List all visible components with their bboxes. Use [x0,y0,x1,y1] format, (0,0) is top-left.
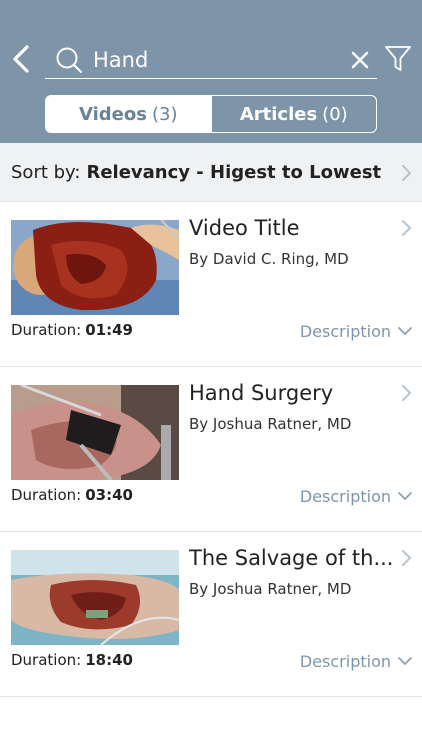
tab-videos-count: (3) [151,103,178,125]
chevron-right-icon[interactable] [401,384,412,402]
chevron-right-icon[interactable] [401,549,412,567]
video-title[interactable]: The Salvage of th... [189,546,394,570]
video-list-item[interactable]: Hand Surgery By Joshua Ratner, MD Durati… [0,367,422,532]
tab-videos[interactable]: Videos (3) [46,96,211,132]
video-list-item[interactable]: The Salvage of th... By Joshua Ratner, M… [0,532,422,697]
chevron-right-icon [402,165,411,181]
video-title[interactable]: Hand Surgery [189,381,394,405]
tab-articles-label: Articles [239,103,318,125]
tab-videos-label: Videos [79,103,147,125]
video-duration: Duration: 01:49 [11,321,133,339]
duration-label: Duration: [11,321,82,339]
search-header: Videos (3) Articles (0) [0,30,422,143]
video-title[interactable]: Video Title [189,216,394,240]
clear-icon[interactable] [351,51,369,69]
back-button[interactable] [6,42,36,76]
video-thumbnail[interactable] [11,385,179,480]
description-label: Description [299,652,391,671]
duration-value: 01:49 [85,321,133,339]
chevron-down-icon [398,657,412,665]
sort-value: Relevancy - Higest to Lowest [86,161,382,183]
video-list-item[interactable]: Video Title By David C. Ring, MD Duratio… [0,202,422,367]
status-bar [0,0,422,30]
video-author: By Joshua Ratner, MD [189,580,352,598]
search-icon [56,47,82,73]
duration-value: 03:40 [85,486,133,504]
sort-label: Sort by: [11,161,81,183]
search-input[interactable] [93,42,333,77]
video-thumbnail[interactable] [11,220,179,315]
content-type-tabs: Videos (3) Articles (0) [45,95,377,133]
tab-articles[interactable]: Articles (0) [210,96,377,132]
video-duration: Duration: 03:40 [11,486,133,504]
video-author: By David C. Ring, MD [189,250,349,268]
duration-label: Duration: [11,486,82,504]
description-toggle[interactable]: Description [300,487,412,506]
description-label: Description [299,322,391,341]
search-box [45,42,377,79]
video-thumbnail[interactable] [11,550,179,645]
chevron-down-icon [398,492,412,500]
filter-icon[interactable] [384,44,412,74]
description-label: Description [299,487,391,506]
video-duration: Duration: 18:40 [11,651,133,669]
description-toggle[interactable]: Description [300,322,412,341]
chevron-down-icon [398,327,412,335]
sort-bar[interactable]: Sort by: Relevancy - Higest to Lowest [0,143,422,202]
duration-label: Duration: [11,651,82,669]
chevron-right-icon[interactable] [401,219,412,237]
back-arrow-icon [13,45,29,73]
tab-articles-count: (0) [322,103,348,125]
video-author: By Joshua Ratner, MD [189,415,352,433]
duration-value: 18:40 [85,651,133,669]
description-toggle[interactable]: Description [300,652,412,671]
